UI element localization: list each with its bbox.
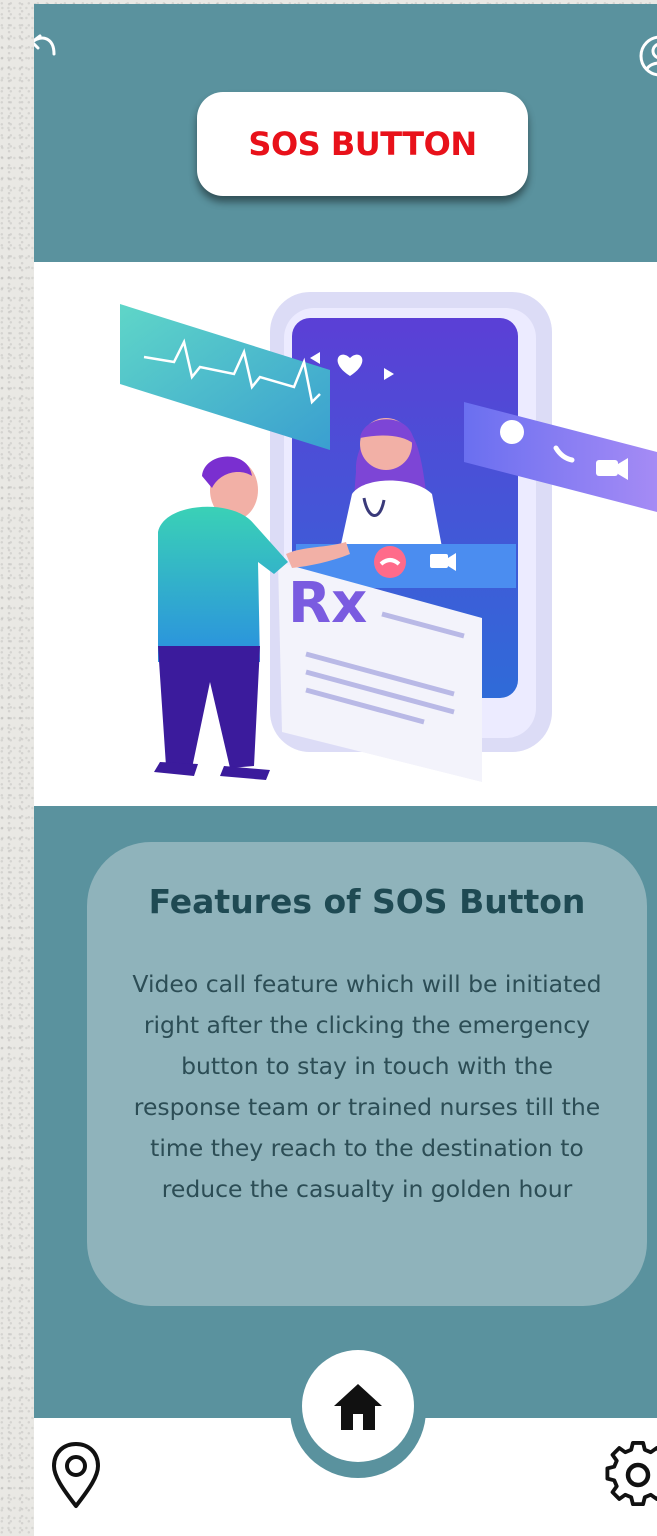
header-bar: SOS BUTTON: [34, 4, 657, 262]
settings-gear-icon[interactable]: [602, 1438, 657, 1512]
user-profile-icon[interactable]: [636, 32, 657, 80]
features-card: Features of SOS Button Video call featur…: [87, 842, 647, 1306]
back-arrow-icon[interactable]: [34, 28, 64, 68]
app-screen: SOS BUTTON Rx Features of SOS Button Vid…: [34, 4, 657, 1536]
home-icon: [334, 1384, 382, 1430]
features-description: Video call feature which will be initiat…: [132, 970, 602, 1203]
illustration-panel: Rx: [34, 262, 657, 806]
prescription-rx-label: Rx: [288, 571, 367, 636]
features-title: Features of SOS Button: [148, 882, 586, 921]
location-pin-icon[interactable]: [48, 1438, 104, 1512]
telemedicine-video-call-illustration: Rx: [120, 292, 657, 782]
sos-button[interactable]: SOS BUTTON: [197, 92, 528, 196]
home-button[interactable]: [302, 1350, 414, 1462]
